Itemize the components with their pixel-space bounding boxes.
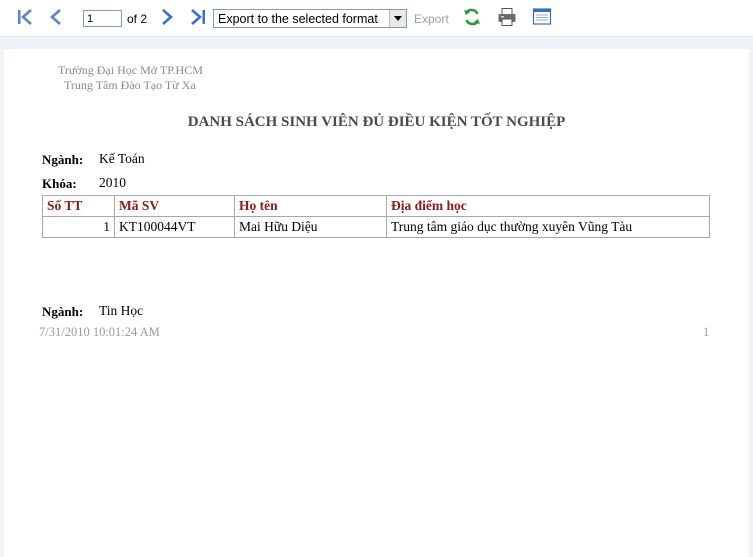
major-label: Ngành: xyxy=(42,304,84,319)
report-viewer[interactable]: Trường Đại Học Mở TP.HCM Trung Tâm Đào T… xyxy=(0,37,753,557)
export-format-select[interactable]: Export to the selected format xyxy=(213,9,407,28)
report-toolbar: of 2 Export to the selected format Expor… xyxy=(0,0,753,37)
current-page-input[interactable] xyxy=(83,10,122,27)
year-label: Khóa: xyxy=(42,176,77,191)
next-page-button[interactable] xyxy=(156,6,178,28)
refresh-button[interactable] xyxy=(461,6,483,28)
column-header: Mã SV xyxy=(114,195,235,217)
column-header: Địa điểm học xyxy=(386,195,710,217)
first-page-button[interactable] xyxy=(14,6,36,28)
first-page-icon xyxy=(15,8,35,26)
print-layout-icon xyxy=(532,7,552,27)
student-id-cell: KT100044VT xyxy=(114,216,235,238)
previous-page-button[interactable] xyxy=(45,6,67,28)
major-value: Kế Toán xyxy=(99,151,145,166)
print-button[interactable] xyxy=(495,6,519,28)
school-name: Trường Đại Học Mở TP.HCM xyxy=(58,63,203,77)
table-row: 1 KT100044VT Mai Hữu Diệu Trung tâm giáo… xyxy=(42,216,710,238)
table-header-row: Số TT Mã SV Họ tên Địa điểm học xyxy=(42,195,710,217)
column-header: Họ tên xyxy=(234,195,387,217)
print-icon xyxy=(497,7,517,27)
student-table: Số TT Mã SV Họ tên Địa điểm học 1 KT1000… xyxy=(42,195,710,238)
next-page-icon xyxy=(158,8,176,26)
column-header: Số TT xyxy=(42,195,115,217)
refresh-icon xyxy=(462,7,482,27)
chevron-down-icon xyxy=(389,10,406,27)
report-page: Trường Đại Học Mở TP.HCM Trung Tâm Đào T… xyxy=(4,49,749,557)
row-number-cell: 1 xyxy=(42,216,115,238)
previous-page-icon xyxy=(47,8,65,26)
major-value: Tin Học xyxy=(99,303,144,318)
page-count-label: of 2 xyxy=(127,12,148,26)
footer-timestamp: 7/31/2010 10:01:24 AM xyxy=(39,325,160,339)
export-button[interactable]: Export xyxy=(414,12,449,26)
last-page-button[interactable] xyxy=(187,6,209,28)
year-value: 2010 xyxy=(99,175,126,190)
export-format-value: Export to the selected format xyxy=(218,12,378,26)
major-label: Ngành: xyxy=(42,152,84,167)
print-layout-button[interactable] xyxy=(531,6,553,28)
center-name: Trung Tâm Đào Tạo Từ Xa xyxy=(64,78,196,92)
student-name-cell: Mai Hữu Diệu xyxy=(234,216,387,238)
study-location-cell: Trung tâm giáo dục thường xuyên Vũng Tàu xyxy=(386,216,710,238)
report-title: DANH SÁCH SINH VIÊN ĐỦ ĐIỀU KIỆN TỐT NGH… xyxy=(187,114,566,130)
footer-page-number: 1 xyxy=(703,325,710,339)
last-page-icon xyxy=(188,8,208,26)
